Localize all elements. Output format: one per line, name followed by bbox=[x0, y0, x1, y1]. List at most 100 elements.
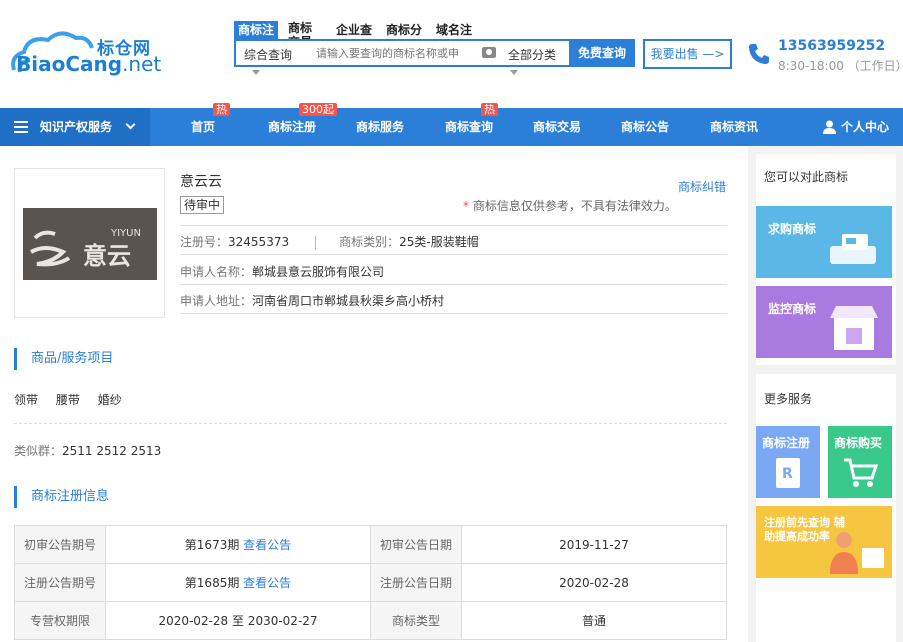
chevron-down-icon bbox=[510, 70, 518, 75]
user-icon bbox=[822, 120, 836, 134]
consultant-icon bbox=[830, 532, 884, 574]
nav-item-trade[interactable]: 商标交易 bbox=[533, 108, 581, 146]
reg-section-title: 商标注册信息 bbox=[14, 486, 109, 508]
goods-list: 领带 腰带 婚纱 bbox=[14, 391, 136, 408]
search-tab-domain[interactable]: 域名注 bbox=[432, 21, 476, 39]
goods-item: 婚纱 bbox=[97, 393, 122, 407]
table-header-cell: 初审公告期号 bbox=[14, 525, 106, 564]
card-label: 求购商标 bbox=[768, 222, 817, 236]
divider bbox=[180, 254, 727, 255]
main-content: YIYUN 意云 意云云 待审中 商标纠错 * 商标信息仅供参考，不具有法律效力… bbox=[0, 146, 745, 642]
shop-icon bbox=[830, 306, 878, 350]
nav-item-services[interactable]: 商标服务 bbox=[356, 108, 404, 146]
goods-item: 腰带 bbox=[55, 393, 80, 407]
cell-value: 第1673期 bbox=[184, 538, 240, 552]
cart-icon bbox=[844, 458, 878, 487]
search-tab-trademark-register[interactable]: 商标注 bbox=[234, 21, 279, 39]
search-input[interactable] bbox=[316, 44, 486, 62]
page: 标仓网 BiaoCang.net 商标注 商标交易 企业查 商标分 域名注 综合… bbox=[0, 0, 903, 642]
sidebar: 您可以对此商标 求购商标 监控商标 更多服务 商标注册 R 商标购买 注册前先查… bbox=[748, 146, 903, 642]
table-header-cell: 商标类型 bbox=[370, 601, 462, 640]
search-category-select[interactable]: 综合查询 bbox=[244, 46, 292, 63]
nav-label: 商标公告 bbox=[621, 120, 670, 134]
class-label: 商标类别： bbox=[339, 235, 400, 249]
address-row: 申请人地址：河南省周口市郸城县秋渠乡高小桥村 bbox=[180, 292, 444, 309]
table-cell: 第1673期 查看公告 bbox=[105, 525, 371, 564]
table-row: 注册公告期号 第1685期 查看公告 注册公告日期 2020-02-28 bbox=[14, 563, 727, 602]
search-tab-company[interactable]: 企业查 bbox=[332, 21, 376, 39]
trademark-logo-text-en: YIYUN bbox=[110, 228, 141, 239]
nav-item-register[interactable]: 商标注册 300起 bbox=[268, 103, 337, 146]
table-cell: 2020-02-28 至 2030-02-27 bbox=[105, 601, 371, 640]
card-label: 商标购买 bbox=[834, 436, 883, 450]
search-box: 综合查询 全部分类 免费查询 bbox=[234, 39, 635, 67]
nav-label: 商标注册 bbox=[268, 120, 317, 134]
phone-hours: 8:30-18:00 （工作日） bbox=[778, 59, 903, 73]
nav-item-home[interactable]: 首页 热 bbox=[191, 103, 230, 146]
register-service-card[interactable]: 商标注册 R bbox=[756, 426, 820, 498]
address-value: 河南省周口市郸城县秋渠乡高小桥村 bbox=[252, 294, 445, 308]
phone-number: 13563959252 bbox=[778, 38, 886, 54]
ip-services-menu[interactable]: 知识产权服务 bbox=[0, 108, 150, 146]
nav-label: 商标服务 bbox=[356, 120, 405, 134]
nav-label: 商标交易 bbox=[533, 120, 582, 134]
view-announcement-link[interactable]: 查看公告 bbox=[243, 576, 291, 590]
divider bbox=[14, 423, 727, 424]
trademark-image: YIYUN 意云 bbox=[14, 168, 165, 318]
nav-item-search[interactable]: 商标查询 热 bbox=[445, 103, 498, 146]
header: 标仓网 BiaoCang.net 商标注 商标交易 企业查 商标分 域名注 综合… bbox=[0, 0, 903, 108]
cell-value: 第1685期 bbox=[184, 576, 240, 590]
address-label: 申请人地址： bbox=[180, 294, 253, 308]
trademark-dispute-link[interactable]: 商标纠错 bbox=[678, 178, 726, 195]
sidebar-panel-title: 更多服务 bbox=[764, 392, 813, 406]
status-badge: 待审中 bbox=[180, 196, 225, 214]
user-center-link[interactable]: 个人中心 bbox=[822, 108, 889, 146]
trademark-logo-image: YIYUN 意云 bbox=[23, 208, 157, 280]
svg-text:R: R bbox=[782, 466, 793, 482]
reg-no-value: 32455373 bbox=[228, 235, 290, 249]
query-before-register-card[interactable]: 注册前先查询 辅助提高成功率 bbox=[756, 506, 892, 578]
logo-text-suffix: .net bbox=[122, 52, 162, 76]
table-cell: 普通 bbox=[461, 601, 727, 640]
camera-icon[interactable] bbox=[482, 47, 496, 58]
purchase-service-card[interactable]: 商标购买 bbox=[828, 426, 892, 498]
card-label: 商标注册 bbox=[762, 436, 811, 450]
table-row: 初审公告期号 第1673期 查看公告 初审公告日期 2019-11-27 bbox=[14, 525, 727, 564]
hot-badge: 热 bbox=[213, 103, 230, 116]
disclaimer-text: 商标信息仅供参考，不具有法律效力。 bbox=[469, 199, 677, 213]
buy-trademark-card[interactable]: 求购商标 bbox=[756, 206, 892, 278]
similar-value: 2511 2512 2513 bbox=[62, 444, 162, 458]
reg-no-row: 注册号：32455373 商标类别：25类-服装鞋帽 bbox=[180, 233, 479, 250]
search-button[interactable]: 免费查询 bbox=[569, 39, 635, 67]
reg-info-table: 初审公告期号 第1673期 查看公告 初审公告日期 2019-11-27 注册公… bbox=[14, 525, 727, 640]
logo-text-en: BiaoCang.net bbox=[16, 52, 161, 76]
search-tabs: 商标注 商标交易 企业查 商标分 域名注 bbox=[234, 21, 482, 49]
nav-label: 商标查询 bbox=[445, 120, 494, 134]
monitor-trademark-card[interactable]: 监控商标 bbox=[756, 286, 892, 358]
document-icon: R bbox=[776, 458, 800, 488]
main-nav: 知识产权服务 首页 热 商标注册 300起 商标服务 商标查询 热 商标交易 商… bbox=[0, 103, 903, 146]
search-tab-trademark-class[interactable]: 商标分 bbox=[382, 21, 426, 39]
nav-item-announcement[interactable]: 商标公告 bbox=[621, 108, 669, 146]
table-cell: 2019-11-27 bbox=[461, 525, 727, 564]
nav-label: 首页 bbox=[191, 120, 216, 134]
table-row: 专营权期限 2020-02-28 至 2030-02-27 商标类型 普通 bbox=[14, 601, 727, 640]
ip-services-label: 知识产权服务 bbox=[40, 120, 113, 134]
table-header-cell: 注册公告日期 bbox=[370, 563, 462, 602]
similar-groups: 类似群：2511 2512 2513 bbox=[14, 442, 161, 459]
applicant-value: 郸城县意云服饰有限公司 bbox=[252, 265, 385, 279]
logo-text-main: BiaoCang bbox=[16, 52, 123, 76]
chevron-down-icon bbox=[125, 119, 136, 130]
similar-label: 类似群： bbox=[14, 444, 63, 458]
search-all-category-select[interactable]: 全部分类 bbox=[508, 46, 556, 63]
trademark-name: 意云云 bbox=[180, 174, 222, 190]
table-header-cell: 专营权期限 bbox=[14, 601, 106, 640]
nav-item-news[interactable]: 商标资讯 bbox=[710, 108, 758, 146]
view-announcement-link[interactable]: 查看公告 bbox=[243, 538, 291, 552]
applicant-row: 申请人名称：郸城县意云服饰有限公司 bbox=[180, 263, 384, 280]
sell-button[interactable]: 我要出售 —> bbox=[643, 39, 732, 69]
user-center-label: 个人中心 bbox=[840, 120, 889, 134]
nav-label: 商标资讯 bbox=[710, 120, 759, 134]
divider bbox=[315, 235, 317, 250]
goods-section-title: 商品/服务项目 bbox=[14, 348, 113, 370]
